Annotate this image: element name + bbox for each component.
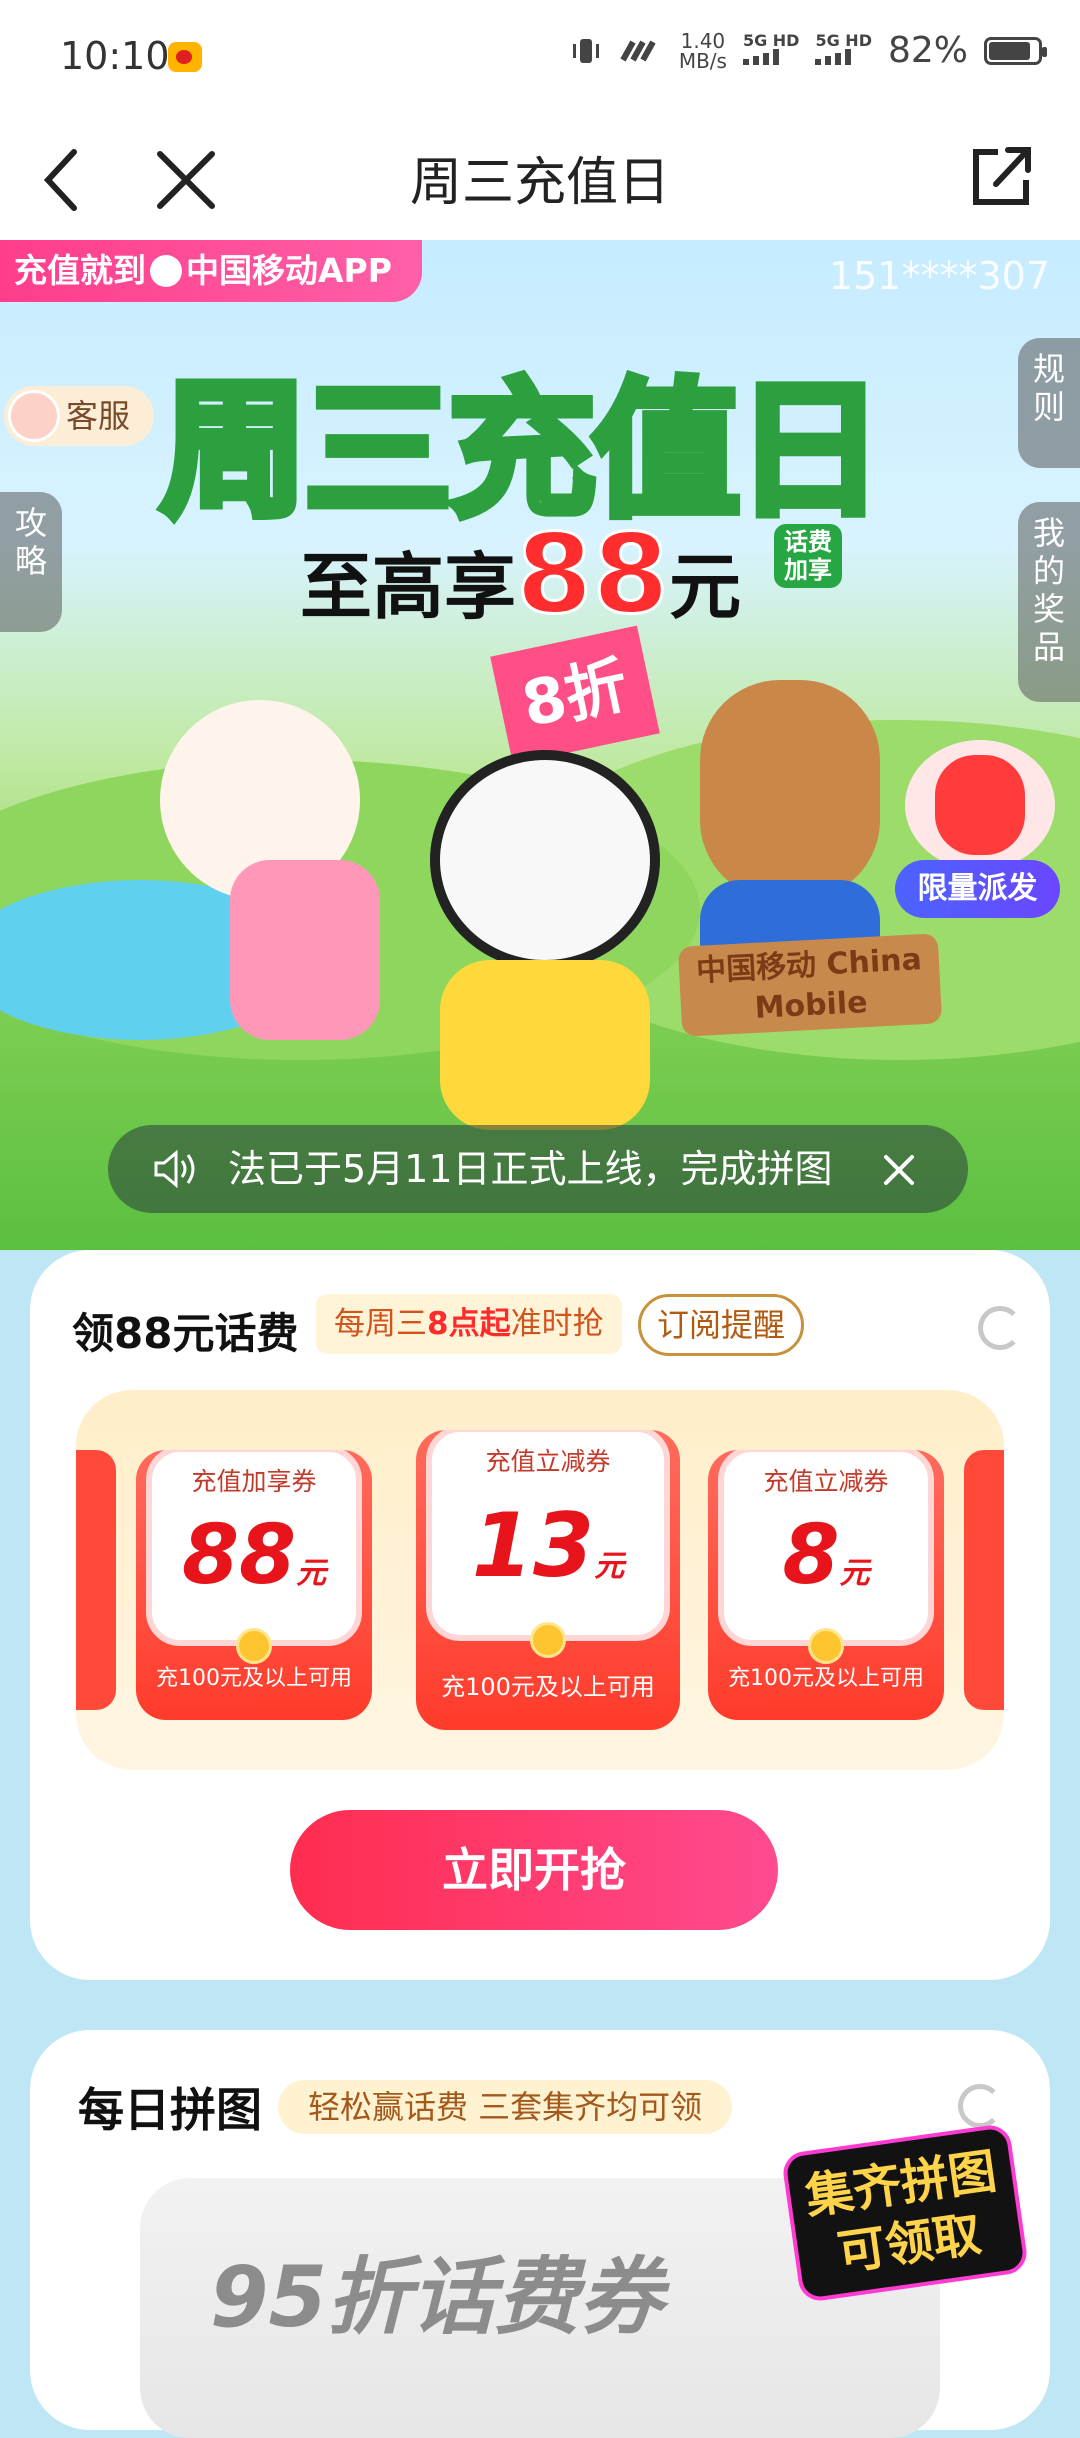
coupon-card-title: 领88元话费: [72, 1309, 299, 1358]
signal-bars-icon: [815, 48, 852, 65]
coupon-value: 13元: [416, 1494, 680, 1597]
status-indicators: 1.40 MB/s 5G HD 5G HD 82%: [569, 30, 1047, 71]
subtitle-unit: 元: [669, 545, 742, 629]
puzzle-reward-label: 95折话费券: [210, 2248, 663, 2346]
network-type-1: 5G HD: [742, 30, 800, 50]
coupon-unit: 元: [296, 1556, 327, 1591]
china-mobile-logo-icon: [150, 255, 182, 287]
coupon-item[interactable]: 充值加享券 88元 充100元及以上可用: [136, 1450, 372, 1720]
subtitle-amount: 88: [515, 509, 671, 640]
coupon-card: 领88元话费 每周三8点起准时抢 订阅提醒 充值加享券 88元 充100元及以上…: [30, 1250, 1050, 1980]
phone-bill-bonus-tag: 话费加享: [774, 524, 842, 588]
hero-banner: 充值就到 中国移动APP 151****307 客服 规则 攻略 我的奖品 周三充…: [0, 240, 1080, 1250]
puzzle-card-tip: 轻松赢话费 三套集齐均可领: [278, 2080, 733, 2134]
puzzle-card: 每日拼图 轻松赢话费 三套集齐均可领 95折话费券 集齐拼图可领取: [30, 2030, 1050, 2438]
coin-icon: [236, 1628, 272, 1664]
discount-flag: 8折: [490, 625, 660, 765]
coupon-amount: 8: [782, 1508, 840, 1603]
navigation-bar: 周三充值日: [0, 118, 1080, 240]
speaker-icon: [154, 1149, 195, 1189]
coupon-item[interactable]: 充值立减券 8元 充100元及以上可用: [708, 1450, 944, 1720]
my-prizes-tab[interactable]: 我的奖品: [1018, 502, 1080, 702]
subtitle-prefix: 至高享: [300, 545, 517, 629]
panda-mascot: [430, 750, 660, 970]
network-type-2: 5G HD: [815, 30, 872, 50]
tip-suffix: 准时抢: [510, 1306, 604, 1342]
signal-2: 5G HD: [815, 30, 872, 69]
refresh-icon[interactable]: [978, 1306, 1022, 1350]
rules-label: 规则: [1032, 350, 1065, 426]
customer-service-avatar: [8, 390, 60, 442]
coupon-unit: 元: [594, 1549, 625, 1584]
rules-tab[interactable]: 规则: [1018, 338, 1080, 468]
banner-subtitle: 至高享88元: [300, 509, 742, 640]
app-promo-tag: 充值就到 中国移动APP: [0, 240, 422, 302]
battery-percent: 82%: [887, 30, 968, 71]
signal-bars-icon: [742, 48, 779, 65]
coupon-peek-left: [76, 1450, 116, 1710]
app-promo-prefix: 充值就到: [14, 251, 146, 290]
coupon-name: 充值立减券: [485, 1447, 611, 1476]
panda-coat: [440, 960, 650, 1130]
coupon-time-tip: 每周三8点起准时抢: [316, 1294, 622, 1354]
collect-puzzle-badge[interactable]: 集齐拼图可领取: [780, 2122, 1030, 2304]
subscribe-reminder-button[interactable]: 订阅提醒: [638, 1294, 805, 1356]
coupon-amount: 13: [471, 1494, 595, 1597]
share-icon[interactable]: [968, 140, 1034, 210]
coupon-unit: 元: [839, 1556, 870, 1591]
coupon-carousel[interactable]: 充值加享券 88元 充100元及以上可用 充值立减券 13元 充100元及以上可…: [76, 1390, 1004, 1770]
coupon-condition: 充100元及以上可用: [728, 1666, 924, 1691]
tip-prefix: 每周三: [334, 1306, 427, 1342]
coin-icon: [530, 1622, 566, 1658]
guide-tab[interactable]: 攻略: [0, 492, 62, 632]
announcement-marquee: 法已于5月11日正式上线，完成拼图: [108, 1125, 968, 1213]
coupon-item[interactable]: 充值立减券 13元 充100元及以上可用: [416, 1430, 680, 1730]
puzzle-card-title: 每日拼图: [78, 2083, 262, 2137]
speed-value: 1.40: [680, 28, 726, 53]
tip-highlight: 8点起: [427, 1306, 511, 1342]
announcement-text: 法已于5月11日正式上线，完成拼图: [228, 1147, 833, 1191]
limited-badge[interactable]: 限量派发: [895, 860, 1060, 918]
app-promo-name: 中国移动APP: [186, 251, 392, 290]
red-robot-mascot: [905, 740, 1055, 870]
battery-icon: [984, 36, 1047, 65]
china-mobile-sign: 中国移动 China Mobile: [677, 933, 943, 1037]
page-title: 周三充值日: [409, 153, 670, 213]
coupon-condition: 充100元及以上可用: [156, 1666, 352, 1691]
customer-service-button[interactable]: 客服: [4, 386, 154, 446]
refresh-icon[interactable]: [958, 2084, 1002, 2128]
grab-now-button[interactable]: 立即开抢: [290, 1810, 778, 1930]
coupon-amount: 88: [181, 1508, 297, 1603]
my-prizes-label: 我的奖品: [1032, 514, 1065, 666]
masked-phone-number: 151****307: [828, 254, 1050, 298]
coupon-condition: 充100元及以上可用: [441, 1673, 655, 1701]
vibrate-icon: [572, 38, 599, 63]
coupon-name: 充值立减券: [763, 1467, 889, 1496]
nfc-icon: [620, 40, 656, 61]
coupon-value: 88元: [136, 1508, 372, 1603]
guide-label: 攻略: [14, 504, 47, 580]
coin-icon: [808, 1628, 844, 1664]
weibo-icon: [168, 42, 202, 72]
customer-service-label: 客服: [66, 397, 131, 435]
coupon-value: 8元: [708, 1508, 944, 1603]
signal-1: 5G HD: [742, 30, 800, 69]
speed-unit: MB/s: [678, 48, 727, 73]
status-bar: 10:10 1.40 MB/s 5G HD 5G HD 82%: [0, 0, 1080, 118]
sheep-dress: [230, 860, 380, 1040]
coupon-name: 充值加享券: [191, 1467, 317, 1496]
status-time: 10:10: [60, 34, 170, 78]
coupon-peek-right: [964, 1450, 1004, 1710]
close-announcement-icon[interactable]: [882, 1153, 916, 1187]
horse-mascot: [700, 680, 880, 900]
network-speed: 1.40 MB/s: [679, 31, 727, 71]
